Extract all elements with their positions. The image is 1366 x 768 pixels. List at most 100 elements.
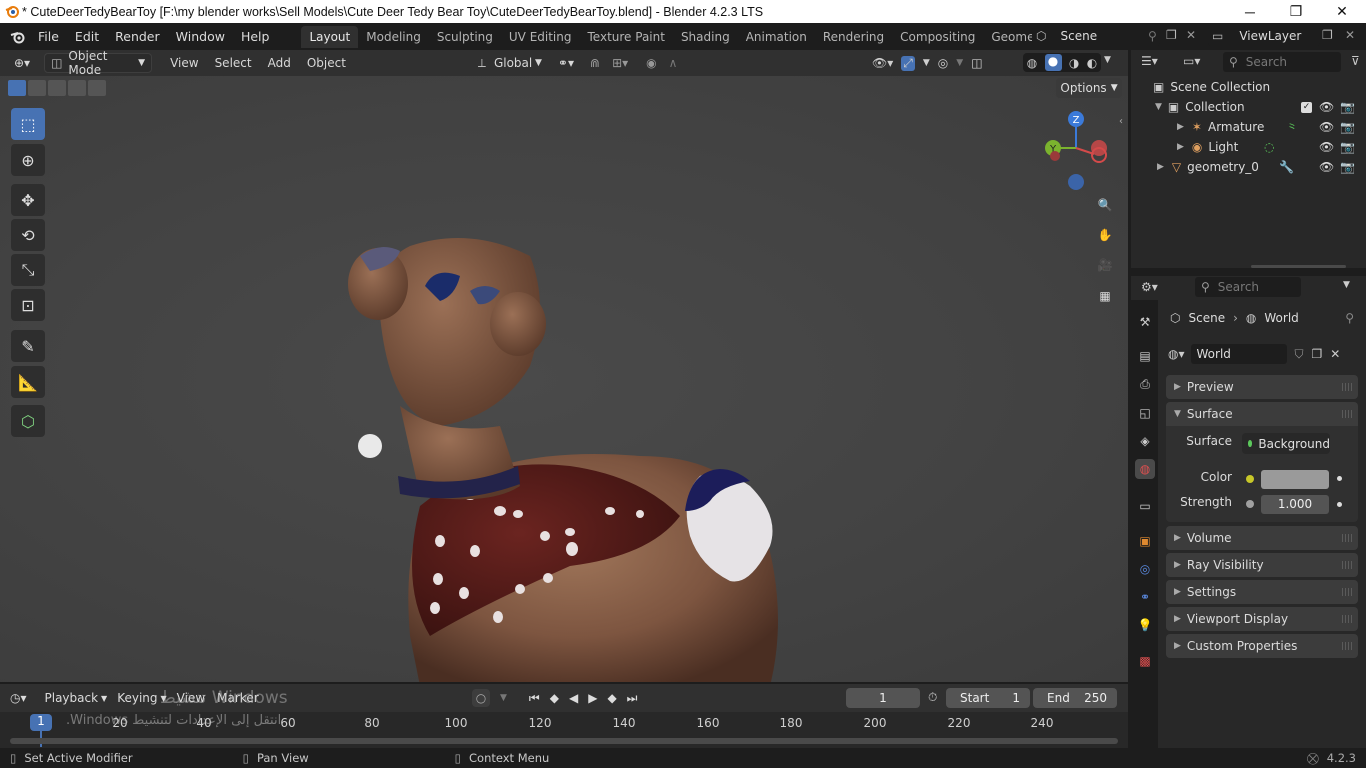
cursor-tool[interactable]: ⊕	[11, 144, 45, 176]
shading-options-chevron-icon[interactable]: ▼	[1104, 55, 1111, 65]
modifier-wrench-icon[interactable]: 🔧	[1279, 160, 1294, 174]
outliner-scrollbar[interactable]	[1251, 265, 1346, 268]
view-layer-tab-icon[interactable]: ◱	[1135, 403, 1155, 423]
color-socket-icon[interactable]	[1246, 475, 1254, 483]
end-frame-field[interactable]: End 250	[1033, 688, 1117, 708]
keyframe-dot-icon[interactable]	[1337, 476, 1342, 481]
select-intersect-icon[interactable]	[88, 80, 106, 96]
scene-selector[interactable]: ⬡ Scene ⚲	[1032, 26, 1160, 46]
tab-compositing[interactable]: Compositing	[892, 26, 983, 48]
expand-chevron-icon[interactable]: ▼	[1155, 102, 1162, 112]
mode-dropdown[interactable]: ◫ Object Mode ▼	[44, 49, 153, 77]
rotate-tool[interactable]: ⟲	[11, 219, 45, 251]
surface-shader-field[interactable]: Background	[1242, 433, 1330, 454]
texture-tab-icon[interactable]: ▩	[1135, 651, 1155, 671]
collection-tab-icon[interactable]: ▭	[1135, 496, 1155, 516]
timeline-editor-type-icon[interactable]: ◷▾	[10, 691, 27, 705]
chevron-down-icon[interactable]: ▼	[923, 58, 930, 68]
panel-surface[interactable]: ▼ Surface	[1166, 402, 1358, 426]
tab-rendering[interactable]: Rendering	[815, 26, 892, 48]
snap-target-button[interactable]: ⊞▾	[606, 53, 634, 73]
render-camera-icon[interactable]: 📷	[1340, 120, 1355, 134]
falloff-button[interactable]: ∧	[663, 53, 684, 73]
visibility-eye-icon[interactable]: 👁	[1319, 120, 1334, 134]
armature-data-icon[interactable]: ⺀	[1286, 119, 1298, 136]
wireframe-shading-icon[interactable]: ◍	[1027, 56, 1037, 70]
tab-uv-editing[interactable]: UV Editing	[501, 26, 580, 48]
menu-object[interactable]: Object	[301, 53, 352, 73]
chevron-down-icon[interactable]: ▼	[956, 58, 963, 68]
play-reverse-icon[interactable]: ◀	[569, 691, 578, 705]
next-keyframe-icon[interactable]: ◆	[607, 691, 616, 705]
playhead-indicator[interactable]: 1	[30, 714, 52, 731]
drag-grip-icon[interactable]	[1342, 561, 1352, 569]
light-data-icon[interactable]: ◌	[1264, 140, 1274, 154]
visibility-selector-icon[interactable]: 👁▾	[872, 56, 893, 70]
constraints-tab-icon[interactable]: ⚭	[1135, 587, 1155, 607]
select-invert-icon[interactable]	[68, 80, 86, 96]
viewlayer-selector[interactable]: ▭ ViewLayer	[1208, 26, 1320, 46]
panel-viewport-display[interactable]: ▶ Viewport Display	[1166, 607, 1358, 631]
outliner-editor-type-icon[interactable]: ☰▾	[1141, 54, 1158, 68]
tab-texture-paint[interactable]: Texture Paint	[580, 26, 673, 48]
measure-tool[interactable]: 📐	[11, 366, 45, 398]
unlink-world-icon[interactable]: ✕	[1330, 347, 1340, 361]
options-dropdown[interactable]: Options ▼	[1056, 78, 1122, 98]
world-browse-icon[interactable]: ◍▾	[1168, 347, 1185, 361]
auto-keying-icon[interactable]: ○	[472, 689, 490, 707]
snap-toggle[interactable]: ⋒	[584, 53, 606, 73]
render-tab-icon[interactable]: ▤	[1135, 346, 1155, 366]
camera-view-icon[interactable]: 🎥	[1093, 253, 1117, 277]
pin-icon[interactable]: ⚲	[1345, 311, 1354, 325]
chevron-down-icon[interactable]: ▼	[500, 693, 507, 703]
scene-tab-icon[interactable]: ◈	[1135, 431, 1155, 451]
menu-view[interactable]: View	[164, 53, 204, 73]
delete-scene-icon[interactable]: ✕	[1186, 28, 1196, 42]
editor-type-button[interactable]: ⊕▾	[8, 53, 36, 73]
jump-start-icon[interactable]: ⏮	[529, 691, 540, 706]
orientation-dropdown[interactable]: ⟂ Global ▼	[472, 53, 548, 73]
timeline-scrollbar[interactable]	[10, 738, 1118, 744]
tab-layout[interactable]: Layout	[301, 25, 359, 48]
breadcrumb-world[interactable]: World	[1264, 311, 1298, 325]
outliner-row-collection[interactable]: ▼ ▣ Collection ✓ 👁 📷	[1131, 97, 1366, 117]
physics-tab-icon[interactable]: ◎	[1135, 559, 1155, 579]
world-tab-icon[interactable]: ◍	[1135, 459, 1155, 479]
overlays-toggle-icon[interactable]: ◎	[938, 56, 948, 70]
visibility-eye-icon[interactable]: 👁	[1319, 100, 1334, 114]
world-name-field[interactable]: World	[1190, 344, 1287, 364]
render-camera-icon[interactable]: 📷	[1340, 160, 1355, 174]
visibility-eye-icon[interactable]: 👁	[1319, 140, 1334, 154]
menu-keying[interactable]: Keying	[117, 691, 157, 705]
new-world-icon[interactable]: ❐	[1312, 347, 1323, 361]
drag-grip-icon[interactable]	[1342, 383, 1352, 391]
solid-shading-icon[interactable]: ●	[1044, 54, 1062, 71]
proportional-edit-toggle[interactable]: ◉	[640, 53, 662, 73]
stopwatch-icon[interactable]: ⏱	[928, 690, 937, 705]
pin-icon[interactable]: ⚲	[1148, 29, 1157, 43]
keyframe-dot-icon[interactable]	[1337, 502, 1342, 507]
deer-teddy-model[interactable]	[340, 166, 800, 682]
outliner-row-light[interactable]: ▶ ◉ Light ◌ 👁 📷	[1131, 137, 1366, 157]
output-tab-icon[interactable]: ⎙	[1135, 374, 1155, 394]
xray-toggle-icon[interactable]: ◫	[971, 56, 982, 70]
breadcrumb-scene[interactable]: Scene	[1188, 311, 1225, 325]
render-camera-icon[interactable]: 📷	[1340, 100, 1355, 114]
navigation-gizmo[interactable]: Z Y	[1038, 108, 1116, 190]
pivot-point-button[interactable]: ⚭▾	[552, 53, 580, 73]
outliner-row-geometry[interactable]: ▶ ▽ geometry_0 🔧 👁 📷	[1131, 157, 1366, 177]
delete-viewlayer-icon[interactable]: ✕	[1345, 28, 1355, 42]
menu-select[interactable]: Select	[209, 53, 258, 73]
tab-animation[interactable]: Animation	[738, 26, 815, 48]
scale-tool[interactable]: ⤡	[11, 254, 45, 286]
fake-user-shield-icon[interactable]: ⛉	[1295, 347, 1304, 362]
material-shading-icon[interactable]: ◑	[1069, 56, 1079, 70]
zoom-icon[interactable]: 🔍	[1093, 193, 1117, 217]
new-scene-icon[interactable]: ❐	[1166, 28, 1177, 42]
menu-edit[interactable]: Edit	[67, 26, 107, 48]
panel-ray-visibility[interactable]: ▶ Ray Visibility	[1166, 553, 1358, 577]
outliner-row-armature[interactable]: ▶ ✶ Armature ⺀ 👁 📷	[1131, 117, 1366, 137]
object-tab-icon[interactable]: ▣	[1135, 531, 1155, 551]
select-box-tool[interactable]: ⬚	[11, 108, 45, 140]
strength-socket-icon[interactable]	[1246, 500, 1254, 508]
